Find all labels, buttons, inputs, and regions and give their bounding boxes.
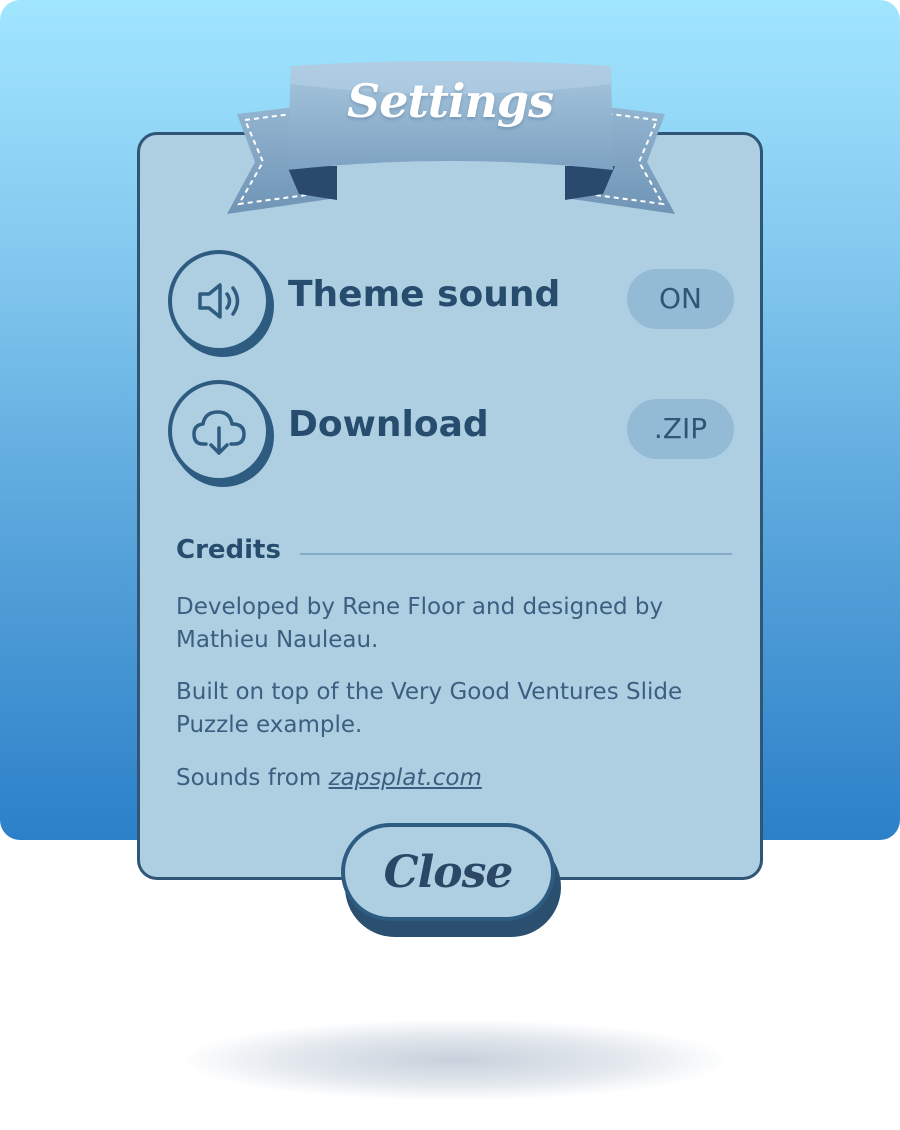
title-ribbon: Settings — [225, 58, 677, 218]
credits-heading: Credits — [176, 535, 281, 565]
theme-sound-icon-button[interactable] — [168, 250, 270, 352]
download-zip-button[interactable]: .ZIP — [627, 399, 734, 459]
settings-screen: Settings Theme sound ON Download .ZIP Cr… — [0, 0, 900, 1130]
credits-paragraph: Built on top of the Very Good Ventures S… — [176, 679, 683, 738]
download-label: Download — [288, 404, 489, 445]
speaker-volume-icon — [198, 283, 240, 319]
download-row: Download .ZIP — [168, 380, 734, 484]
floor-shadow — [185, 1020, 725, 1100]
download-icon-button[interactable] — [168, 380, 270, 482]
cloud-download-icon — [192, 410, 246, 455]
theme-sound-row: Theme sound ON — [168, 250, 734, 354]
credits-divider — [300, 553, 732, 555]
theme-sound-label: Theme sound — [288, 274, 561, 315]
credits-paragraph: Developed by Rene Floor and designed by … — [176, 594, 664, 653]
zapsplat-link[interactable]: zapsplat.com — [329, 765, 482, 791]
close-button[interactable]: Close — [341, 823, 555, 921]
dialog-title: Settings — [347, 74, 554, 128]
credits-sounds-line: Sounds from zapsplat.com — [176, 762, 736, 795]
close-button-label: Close — [383, 846, 514, 898]
theme-sound-toggle[interactable]: ON — [627, 269, 734, 329]
sounds-prefix: Sounds from — [176, 765, 329, 791]
